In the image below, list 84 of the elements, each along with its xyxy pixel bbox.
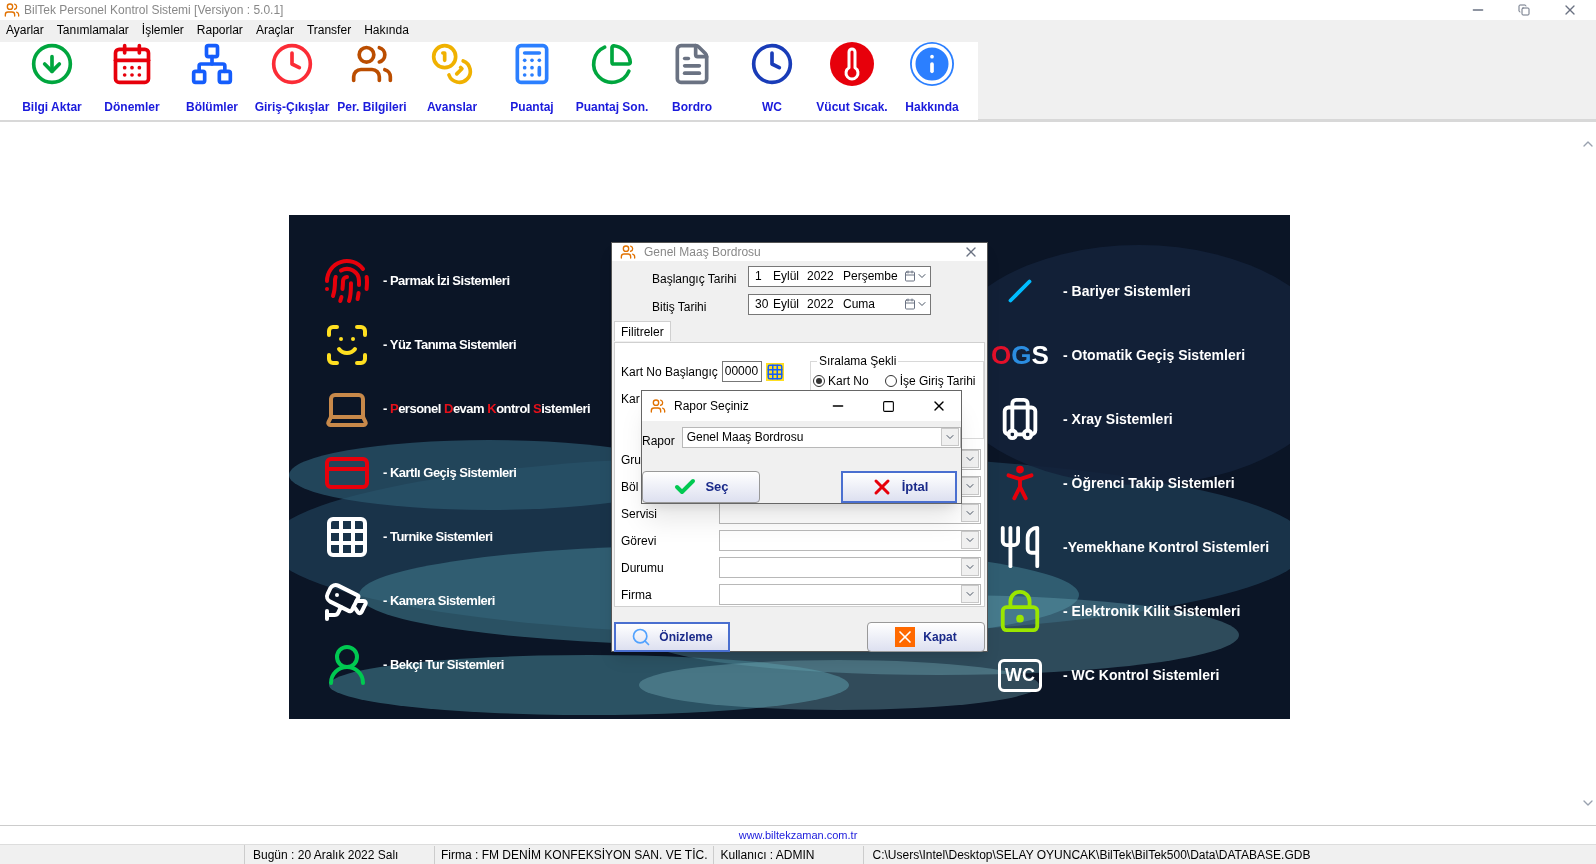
menu-item[interactable]: Araçlar — [255, 21, 294, 39]
status-date: Bugün : 20 Aralık 2022 Salı — [245, 845, 435, 864]
date-picker[interactable]: 1 Eylül 2022 Perşembe — [748, 265, 931, 287]
hierarchy-icon — [190, 42, 234, 86]
wc-badge: WC — [998, 658, 1042, 692]
toolbar-button[interactable]: Bordro — [652, 42, 732, 116]
restore-icon[interactable] — [1518, 4, 1530, 16]
banner-text: - Bekçi Tur Sistemleri — [383, 656, 504, 675]
toolbar-button[interactable]: Dönemler — [92, 42, 172, 116]
preview-button[interactable]: Önizleme — [614, 622, 730, 652]
banner-text: - Bariyer Sistemleri — [1063, 281, 1191, 301]
toolbar-button[interactable]: Bilgi Aktar — [12, 42, 92, 116]
logo-text: OGS — [991, 342, 1049, 368]
dialog-title: Genel Maaş Bordrosu — [644, 244, 762, 261]
field-label: Gru — [621, 453, 641, 467]
banner-text: -Yemekhane Kontrol Sistemleri — [1063, 537, 1270, 557]
menu-item[interactable]: Hakında — [364, 21, 409, 39]
pie-chart-icon — [590, 42, 634, 86]
select-button[interactable]: Seç — [642, 471, 760, 503]
toolbar-button[interactable]: Giriş-Çıkışlar — [252, 42, 332, 116]
banner-text: - Parmak İzi Sistemleri — [383, 272, 510, 291]
maximize-icon[interactable] — [882, 399, 895, 413]
app-icon — [620, 244, 636, 260]
coins-icon — [430, 42, 474, 86]
banner-text: - Personel Devam Kontrol Sistemleri — [383, 400, 591, 419]
banner-text: - Xray Sistemleri — [1063, 409, 1173, 429]
website-link[interactable]: www.biltekzaman.com.tr — [738, 826, 858, 844]
toolbar-button[interactable]: Puantaj Son. — [572, 42, 652, 116]
menu-item[interactable]: Ayarlar — [6, 21, 44, 39]
tab[interactable]: Filitreler — [614, 321, 671, 341]
download-icon — [30, 42, 74, 86]
banner-text: - Kartlı Geçiş Sistemleri — [383, 464, 517, 483]
status-company: Firma : FM DENİM KONFEKSİYON SAN. VE TİC. — [435, 845, 715, 864]
field-label: Görevi — [621, 534, 657, 548]
toolbar-button[interactable]: Avanslar — [412, 42, 492, 116]
clock-icon — [750, 42, 794, 86]
window-title: BilTek Personel Kontrol Sistemi [Versiyon : 5.0.1] — [24, 2, 285, 19]
magnifier-icon — [631, 627, 652, 647]
menu-item[interactable]: İşlemler — [141, 21, 184, 39]
date-picker[interactable]: 30 Eylül 2022 Cuma — [748, 293, 931, 315]
app-icon — [4, 2, 20, 18]
app-icon — [650, 398, 666, 414]
status-user: Kullanıcı : ADMIN — [714, 845, 865, 864]
close-icon — [895, 627, 916, 647]
field-label: Durumu — [621, 561, 664, 575]
banner-text: - Yüz Tanıma Sistemleri — [383, 336, 517, 355]
dropdown[interactable] — [719, 502, 981, 524]
banner-text: - Turnike Sistemleri — [383, 528, 493, 547]
banner-text: - WC Kontrol Sistemleri — [1063, 665, 1220, 685]
cancel-button[interactable]: İptal — [841, 471, 957, 503]
field-label: Kar — [621, 391, 640, 407]
radio-option[interactable]: Kart No — [813, 372, 869, 390]
clock-icon — [270, 42, 314, 86]
field-label: Başlangıç Tarihi — [652, 271, 738, 288]
toolbar-button[interactable]: Puantaj — [492, 42, 572, 116]
field-label: Firma — [621, 588, 652, 602]
radio-option[interactable]: İşe Giriş Tarihi — [884, 372, 976, 390]
banner-text: - Elektronik Kilit Sistemleri — [1063, 601, 1241, 621]
toolbar-button[interactable]: Vücut Sıcak. — [812, 42, 892, 116]
group-title: Sıralama Şekli — [817, 353, 899, 369]
calendar-icon — [904, 270, 916, 282]
calendar-icon — [904, 298, 916, 310]
menu-item[interactable]: Raporlar — [196, 21, 243, 39]
banner-text: - Öğrenci Takip Sistemleri — [1063, 473, 1235, 493]
fingerprint-icon — [323, 257, 371, 305]
toolbar-button[interactable]: Hakkında — [892, 42, 972, 116]
status-path: C:\Users\Intel\Desktop\SELAY OYUNCAK\BilTek\BilTek500\Data\DATABASE.GDB — [871, 846, 1312, 864]
menu-item[interactable]: Transfer — [306, 21, 352, 39]
field-label: Bitiş Tarihi — [652, 299, 708, 316]
close-button[interactable]: Kapat — [867, 622, 985, 652]
field-label: Servisi — [621, 507, 657, 521]
toolbar-button[interactable]: Per. Bilgileri — [332, 42, 412, 116]
field-label: Kart No Başlangıç — [621, 363, 718, 380]
banner-text: - Otomatik Geçiş Sistemleri — [1063, 345, 1246, 365]
card-number-field[interactable]: 00000 — [721, 361, 762, 382]
dropdown[interactable]: Genel Maaş Bordrosu — [681, 426, 961, 448]
dialog-title: Rapor Seçiniz — [674, 398, 750, 415]
menu-item[interactable]: Tanımlamalar — [56, 21, 129, 39]
field-label: Böl — [621, 480, 639, 494]
field-label: Rapor — [642, 433, 676, 450]
toolbar-button[interactable]: WC — [732, 42, 812, 116]
toolbar-button[interactable]: Bölümler — [172, 42, 252, 116]
grid-icon[interactable] — [765, 362, 784, 381]
banner-text: - Kamera Sistemleri — [383, 592, 495, 611]
